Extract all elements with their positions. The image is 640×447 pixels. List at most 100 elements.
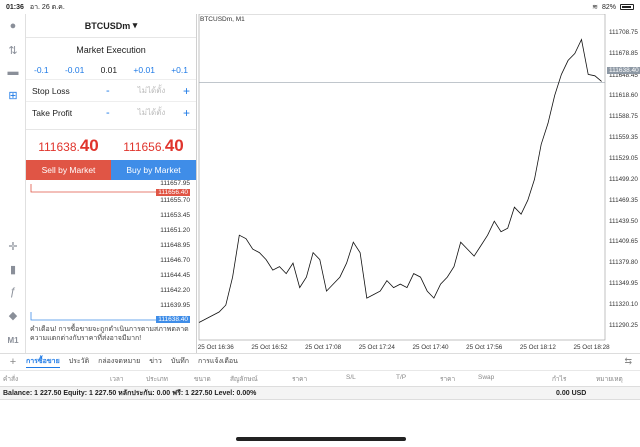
x-tick-label: 25 Oct 16:36: [197, 344, 234, 351]
y-tick-label: 111439.50: [609, 217, 638, 225]
balance-summary: Balance: 1 227.50 Equity: 1 227.50 หลักป…: [3, 389, 257, 397]
y-tick-label: 111469.35: [609, 196, 638, 204]
depth-level: 111639.95: [160, 302, 190, 309]
col-swap: Swap: [478, 374, 495, 381]
execution-type[interactable]: Market Execution: [26, 45, 196, 55]
chart-canvas: [198, 14, 606, 341]
chevron-down-icon: ▾: [130, 20, 138, 30]
volume-increase-small[interactable]: +0.01: [133, 65, 155, 75]
ask-level-tag: 111656.40: [156, 189, 190, 196]
take-profit-plus[interactable]: +: [183, 106, 190, 120]
x-tick-label: 25 Oct 17:40: [412, 344, 449, 351]
depth-level: 111653.45: [160, 212, 190, 219]
y-tick-label: 111499.20: [609, 175, 638, 183]
depth-level: 111651.20: [160, 227, 190, 234]
tab-journal[interactable]: บันทึก: [171, 356, 189, 367]
y-tick-label: 111529.05: [609, 154, 638, 162]
add-icon[interactable]: +: [0, 356, 26, 368]
x-tick-label: 25 Oct 17:56: [466, 344, 503, 351]
home-indicator[interactable]: [236, 437, 406, 441]
bid-price: 111638.40: [38, 136, 99, 155]
depth-level: 111646.70: [160, 257, 190, 264]
y-tick-label: 111379.80: [609, 259, 638, 267]
x-tick-label: 25 Oct 18:12: [519, 344, 556, 351]
tab-history[interactable]: ประวัติ: [69, 356, 89, 367]
indicator-icon[interactable]: ƒ: [5, 284, 21, 300]
buy-button[interactable]: Buy by Market: [111, 160, 196, 180]
timeframe-m1-button[interactable]: M1: [5, 332, 21, 348]
col-profit: กำไร: [552, 376, 567, 383]
take-profit-input[interactable]: ไม่ได้ตั้ง: [120, 106, 183, 119]
price-chart[interactable]: BTCUSDm, M1 111708.75 111678.85 111648.45 1…: [197, 14, 640, 353]
take-profit-minus[interactable]: -: [106, 107, 120, 119]
y-tick-label: 111290.25: [609, 321, 638, 329]
depth-level: 111655.70: [160, 197, 190, 204]
stop-loss-label: Stop Loss: [32, 85, 70, 96]
col-size: ขนาด: [194, 376, 211, 383]
stop-loss-minus[interactable]: -: [106, 85, 120, 97]
current-price-tag: 111638.40: [607, 67, 640, 74]
battery-percent: 82%: [601, 3, 616, 11]
left-toolbar: ● ⇅ ▬ ⊞ ✛ ▮ ƒ ◆ M1: [0, 14, 26, 353]
x-tick-label: 25 Oct 16:52: [251, 344, 288, 351]
wifi-icon: ≋: [592, 4, 598, 11]
y-tick-label: 111559.35: [609, 133, 638, 141]
x-tick-label: 25 Oct 17:24: [358, 344, 395, 351]
depth-level: 111648.95: [160, 242, 190, 249]
tab-mailbox[interactable]: กล่องจดหมาย: [98, 356, 140, 367]
chart-frame: [198, 14, 606, 341]
tab-trade[interactable]: การซื้อขาย: [26, 356, 60, 368]
y-tick-label: 111409.65: [609, 238, 638, 246]
col-symbol: สัญลักษณ์: [230, 376, 258, 383]
col-tp: T/P: [396, 374, 407, 381]
status-date: อา. 26 ต.ค.: [29, 3, 65, 11]
crosshair-icon[interactable]: ✛: [5, 238, 21, 254]
order-panel: BTCUSDm ▾ Market Execution -0.1 -0.01 0.…: [26, 14, 197, 353]
depth-level: 111644.45: [160, 272, 190, 279]
stop-loss-plus[interactable]: +: [183, 84, 190, 98]
objects-icon[interactable]: ◆: [5, 307, 21, 323]
status-bar: 01:36 อา. 26 ต.ค. ≋ 82%: [0, 0, 640, 14]
price-series-line: [198, 38, 602, 323]
status-time: 01:36: [6, 3, 24, 11]
col-type: ประเภท: [146, 376, 168, 383]
trade-table-header: คำสั่ง เวลา ประเภท ขนาด สัญลักษณ์ ราคา S…: [0, 370, 640, 384]
volume-decrease-large[interactable]: -0.1: [34, 65, 49, 75]
volume-stepper: -0.1 -0.01 0.01 +0.01 +0.1: [26, 65, 196, 75]
volume-decrease-small[interactable]: -0.01: [65, 65, 84, 75]
terminal-tabs: + การซื้อขาย ประวัติ กล่องจดหมาย ข่าว บั…: [0, 353, 640, 369]
sell-button[interactable]: Sell by Market: [26, 160, 111, 180]
bid-level-tag: 111638.40: [156, 316, 190, 323]
symbol-selector[interactable]: BTCUSDm ▾: [26, 14, 196, 38]
chat-icon[interactable]: ▬: [5, 64, 21, 80]
trade-icon[interactable]: ⇅: [5, 42, 21, 58]
y-tick-label: 111588.75: [609, 113, 638, 121]
tab-alerts[interactable]: การแจ้งเตือน: [198, 356, 238, 367]
y-tick-label: 111349.95: [609, 280, 638, 288]
trade-buttons: Sell by Market Buy by Market: [26, 160, 196, 180]
tab-news[interactable]: ข่าว: [149, 356, 162, 367]
tick-chart: 111657.95 111656.40 111655.70 111653.45 …: [26, 180, 196, 330]
depth-level: 111657.95: [160, 180, 190, 187]
x-tick-label: 25 Oct 18:28: [573, 344, 610, 351]
take-profit-row: Take Profit - ไม่ได้ตั้ง +: [26, 101, 196, 123]
col-order: คำสั่ง: [3, 376, 19, 383]
account-icon[interactable]: ●: [5, 18, 21, 34]
stop-loss-input[interactable]: ไม่ได้ตั้ง: [120, 84, 183, 97]
symbol-label: BTCUSDm: [84, 20, 131, 31]
ask-price: 111656.40: [123, 136, 184, 155]
y-tick-label: 111320.10: [609, 300, 638, 308]
col-price2: ราคา: [440, 376, 456, 383]
balance-bar: Balance: 1 227.50 Equity: 1 227.50 หลักป…: [0, 386, 640, 400]
volume-value[interactable]: 0.01: [101, 65, 118, 75]
layout-toggle-icon[interactable]: ⇆: [624, 356, 632, 367]
execution-warning: คำเตือน! การซื้อขายจะถูกดำเนินการตามสภาพ…: [30, 326, 189, 342]
y-tick-label: 111708.75: [609, 29, 638, 37]
x-tick-label: 25 Oct 17:08: [305, 344, 342, 351]
depth-level: 111642.20: [160, 287, 190, 294]
volume-increase-large[interactable]: +0.1: [171, 65, 188, 75]
col-time: เวลา: [110, 376, 124, 383]
candle-icon[interactable]: ▮: [5, 261, 21, 277]
new-order-icon[interactable]: ⊞: [5, 87, 21, 103]
total-profit: 0.00 USD: [556, 389, 587, 397]
